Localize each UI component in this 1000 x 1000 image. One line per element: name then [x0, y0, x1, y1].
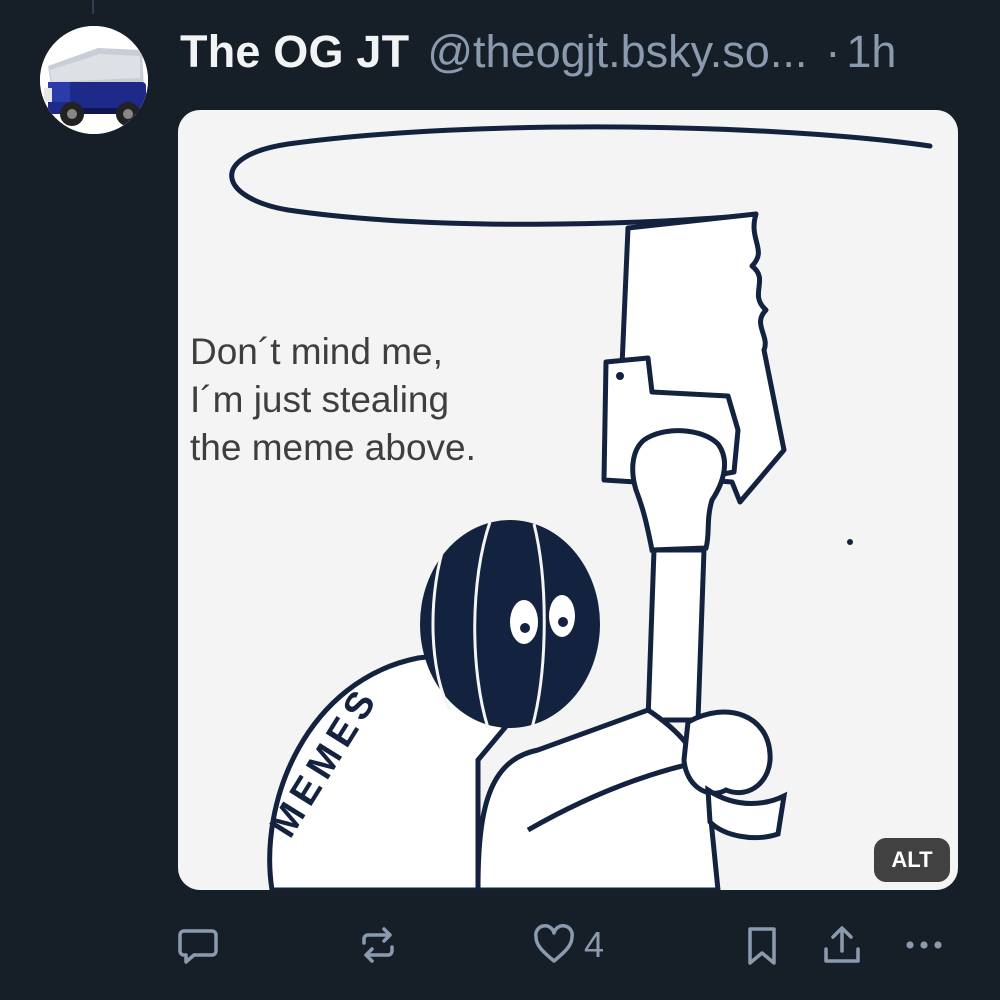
share-icon: [824, 926, 860, 963]
share-button[interactable]: [820, 915, 864, 975]
meme-caption: Don´t mind me, I´m just stealing the mem…: [190, 328, 550, 472]
like-button[interactable]: 4: [532, 915, 604, 975]
reply-icon: [178, 929, 218, 964]
bookmark-icon: [748, 927, 776, 965]
zamboni-avatar-icon: [40, 26, 148, 134]
author-handle[interactable]: @theogjt.bsky.so...: [427, 26, 807, 78]
post-timestamp[interactable]: 1h: [846, 26, 896, 78]
post-actions: 4: [170, 915, 960, 975]
post-image[interactable]: MEMES Don´t mind me, I´m just stealing t…: [178, 110, 958, 890]
repost-icon: [362, 927, 394, 963]
meme-caption-line: I´m just stealing: [190, 379, 450, 420]
separator-dot: ·: [825, 26, 841, 77]
repost-button[interactable]: [356, 915, 400, 975]
post-item[interactable]: The OG JT @theogjt.bsky.so... · 1h MEMES: [0, 0, 1000, 1000]
reply-button[interactable]: [176, 915, 220, 975]
alt-text-button[interactable]: ALT: [874, 838, 950, 882]
bookmark-button[interactable]: [740, 915, 784, 975]
more-options-button[interactable]: [902, 915, 946, 975]
meme-caption-line: Don´t mind me,: [190, 331, 443, 372]
like-count: 4: [584, 924, 605, 965]
heart-icon: [534, 924, 574, 963]
meme-illustration: MEMES: [229, 124, 933, 890]
avatar[interactable]: [40, 26, 148, 134]
more-icon: [906, 941, 942, 949]
author-display-name[interactable]: The OG JT: [180, 26, 409, 78]
meme-caption-line: the meme above.: [190, 427, 476, 468]
thread-line: [92, 0, 94, 14]
post-header: The OG JT @theogjt.bsky.so... · 1h: [180, 24, 970, 80]
